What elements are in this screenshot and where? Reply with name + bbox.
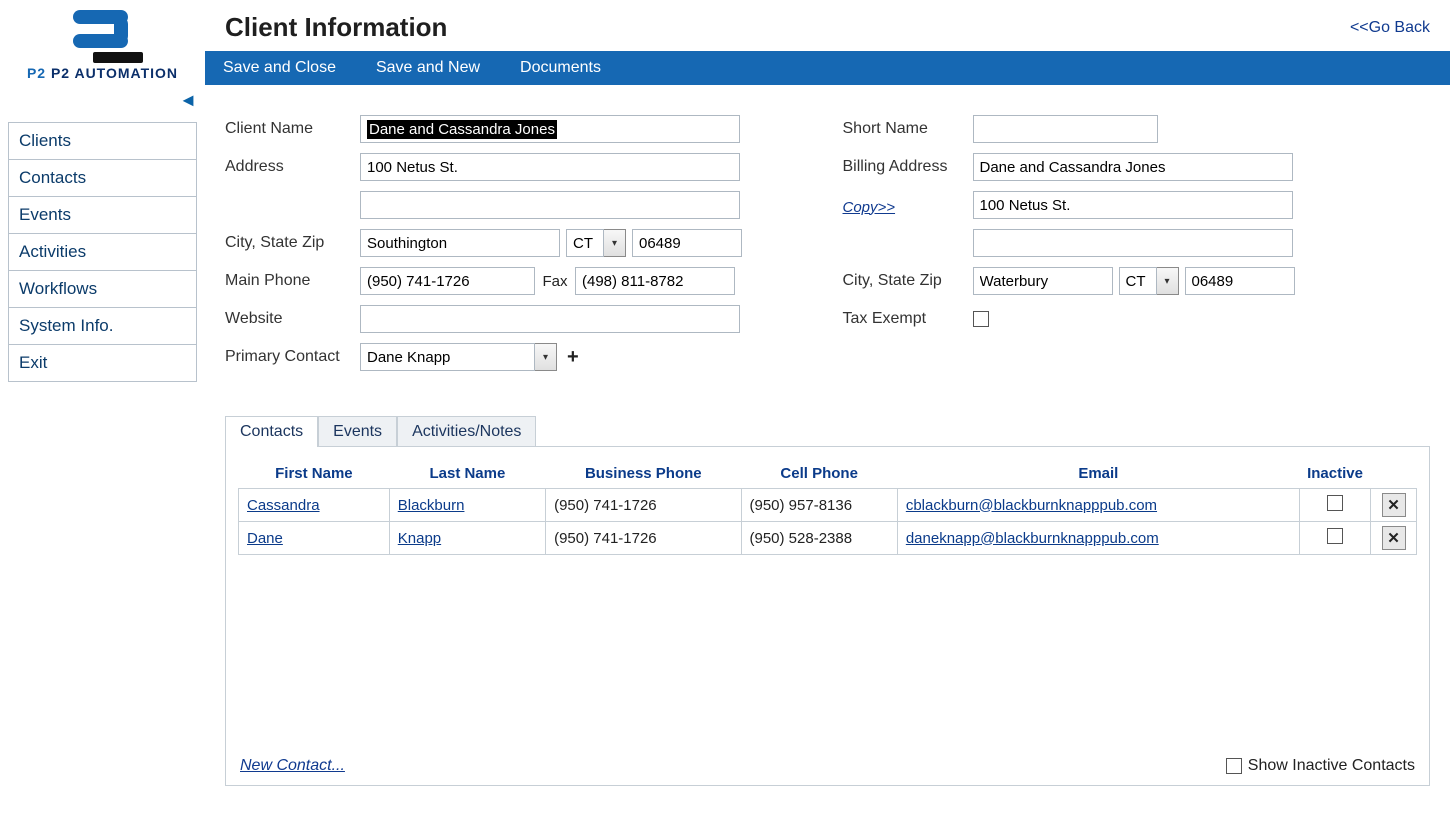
new-contact-link[interactable]: New Contact... [240,757,345,775]
col-header-email: Email [897,459,1299,489]
contact-first-name-link[interactable]: Dane [247,530,283,547]
action-toolbar: Save and Close Save and New Documents [205,51,1450,85]
sidebar-collapse-icon[interactable]: ◄ [0,90,205,112]
billing-addr2-input[interactable] [973,229,1293,257]
address1-input[interactable] [360,153,740,181]
label-short-name: Short Name [843,120,973,138]
billing-state-dropdown-icon[interactable]: ▾ [1157,267,1179,295]
contacts-table: First Name Last Name Business Phone Cell… [238,459,1417,555]
label-fax: Fax [535,273,575,290]
client-name-input[interactable]: Dane and Cassandra Jones [360,115,740,143]
brand-name: P2 P2 AUTOMATION [27,65,178,81]
primary-contact-dropdown-icon[interactable]: ▾ [535,343,557,371]
page-title: Client Information [225,12,447,43]
label-website: Website [225,310,360,328]
tab-activities-notes[interactable]: Activities/Notes [397,416,536,447]
contact-inactive-checkbox[interactable] [1327,495,1343,511]
billing-addr1-input[interactable] [973,191,1293,219]
save-and-new-button[interactable]: Save and New [376,59,480,77]
tab-contacts[interactable]: Contacts [225,416,318,447]
sidebar-nav: Clients Contacts Events Activities Workf… [8,122,197,382]
contact-last-name-link[interactable]: Blackburn [398,497,465,514]
website-input[interactable] [360,305,740,333]
sidebar-item-activities[interactable]: Activities [9,234,196,271]
contact-email-link[interactable]: daneknapp@blackburnknapppub.com [906,530,1159,547]
go-back-link[interactable]: <<Go Back [1350,19,1430,37]
sidebar-item-exit[interactable]: Exit [9,345,196,381]
copy-address-link[interactable]: Copy>> [843,199,896,216]
label-primary-contact: Primary Contact [225,348,360,366]
address2-input[interactable] [360,191,740,219]
tab-events[interactable]: Events [318,416,397,447]
sidebar-item-events[interactable]: Events [9,197,196,234]
label-billing-address: Billing Address [843,158,973,176]
contact-inactive-checkbox[interactable] [1327,528,1343,544]
contact-delete-button[interactable]: ✕ [1382,526,1406,550]
contact-cell-phone: (950) 957-8136 [741,489,897,522]
label-address: Address [225,158,360,176]
main-phone-input[interactable] [360,267,535,295]
short-name-input[interactable] [973,115,1158,143]
sidebar-item-workflows[interactable]: Workflows [9,271,196,308]
label-main-phone: Main Phone [225,272,360,290]
brand-logo: P2 P2 AUTOMATION [8,5,198,85]
contact-last-name-link[interactable]: Knapp [398,530,441,547]
label-bill-city-state-zip: City, State Zip [843,272,973,290]
table-row: Cassandra Blackburn (950) 741-1726 (950)… [239,489,1417,522]
contact-business-phone: (950) 741-1726 [546,489,741,522]
city-input[interactable] [360,229,560,257]
col-header-inactive: Inactive [1299,459,1370,489]
contact-business-phone: (950) 741-1726 [546,522,741,555]
billing-city-input[interactable] [973,267,1113,295]
contact-cell-phone: (950) 528-2388 [741,522,897,555]
add-primary-contact-button[interactable]: + [567,346,579,369]
sidebar-item-clients[interactable]: Clients [9,123,196,160]
billing-zip-input[interactable] [1185,267,1295,295]
billing-state-select[interactable] [1119,267,1157,295]
contact-email-link[interactable]: cblackburn@blackburnknapppub.com [906,497,1157,514]
state-dropdown-icon[interactable]: ▾ [604,229,626,257]
col-header-last-name: Last Name [389,459,545,489]
save-and-close-button[interactable]: Save and Close [223,59,336,77]
contact-delete-button[interactable]: ✕ [1382,493,1406,517]
billing-name-input[interactable] [973,153,1293,181]
col-header-first-name: First Name [239,459,390,489]
show-inactive-label: Show Inactive Contacts [1248,757,1415,775]
label-tax-exempt: Tax Exempt [843,310,973,328]
table-row: Dane Knapp (950) 741-1726 (950) 528-2388… [239,522,1417,555]
documents-button[interactable]: Documents [520,59,601,77]
zip-input[interactable] [632,229,742,257]
state-select[interactable] [566,229,604,257]
show-inactive-checkbox[interactable] [1226,758,1242,774]
tab-content-contacts: First Name Last Name Business Phone Cell… [225,446,1430,786]
tax-exempt-checkbox[interactable] [973,311,989,327]
sidebar-item-contacts[interactable]: Contacts [9,160,196,197]
fax-input[interactable] [575,267,735,295]
label-client-name: Client Name [225,120,360,138]
primary-contact-select[interactable] [360,343,535,371]
client-name-value: Dane and Cassandra Jones [367,120,557,139]
label-city-state-zip: City, State Zip [225,234,360,252]
col-header-business-phone: Business Phone [546,459,741,489]
col-header-cell-phone: Cell Phone [741,459,897,489]
contact-first-name-link[interactable]: Cassandra [247,497,320,514]
sidebar-item-system-info[interactable]: System Info. [9,308,196,345]
